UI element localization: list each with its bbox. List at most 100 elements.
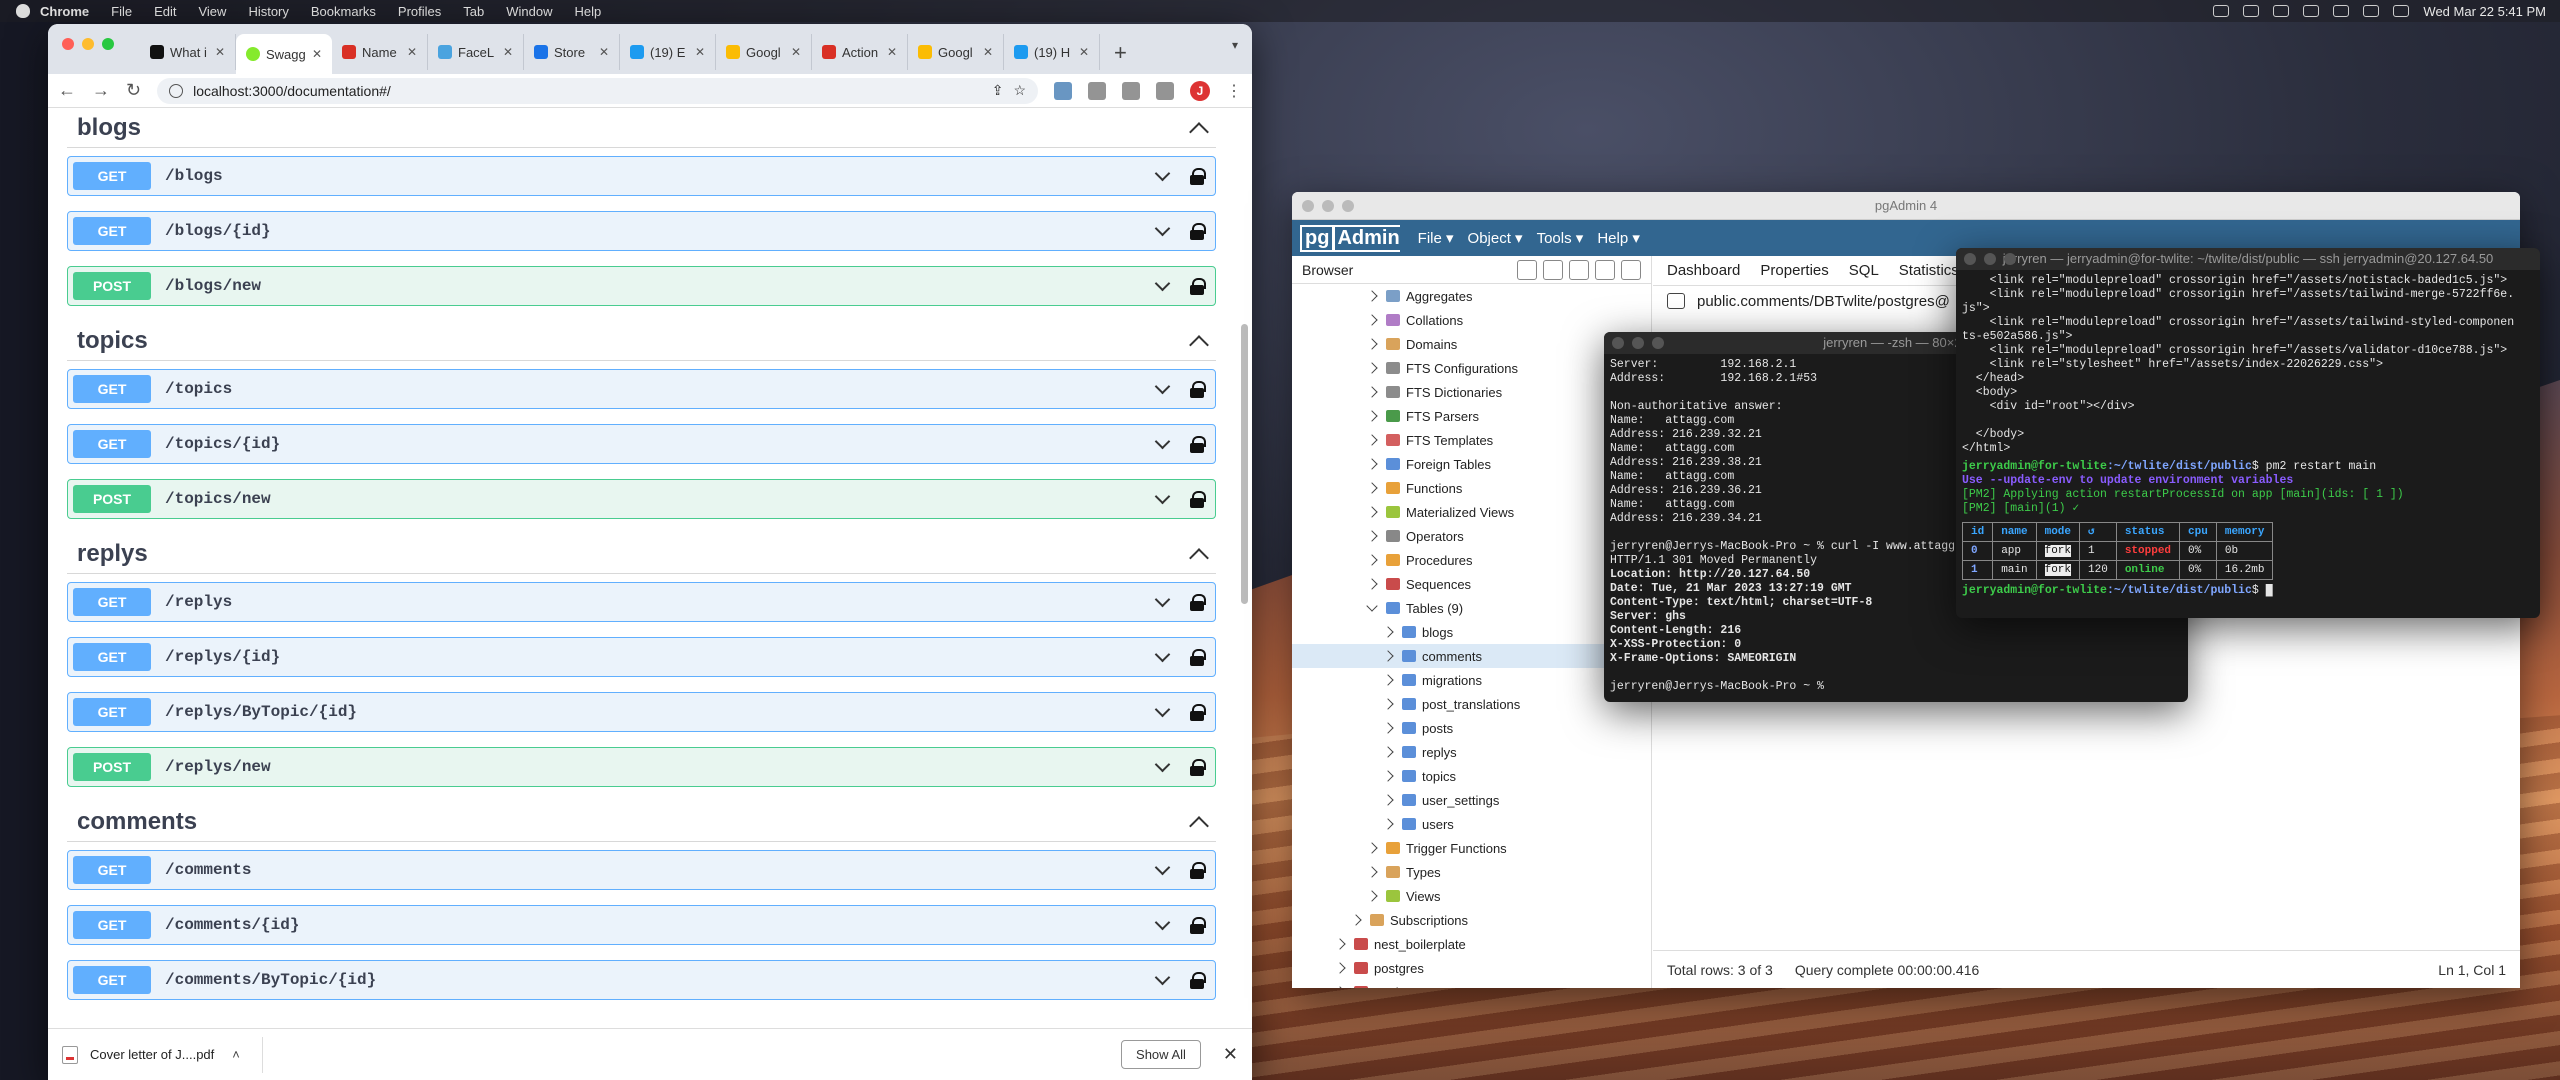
terminal-window-ssh[interactable]: jerryren — jerryadmin@for-twlite: ~/twli…: [1956, 248, 2540, 618]
collapsed-chevron-icon[interactable]: [1382, 818, 1394, 830]
collapsed-chevron-icon[interactable]: [1382, 650, 1394, 662]
psql-terminal-icon[interactable]: [1621, 259, 1641, 280]
operation-row[interactable]: POST/topics/new: [67, 479, 1216, 519]
menu-help[interactable]: Help: [575, 4, 602, 19]
collapse-chevron-icon[interactable]: [1189, 547, 1209, 568]
control-center-icon[interactable]: [2393, 5, 2410, 17]
close-tab-icon[interactable]: ✕: [983, 45, 993, 59]
collapsed-chevron-icon[interactable]: [1382, 722, 1394, 734]
cloud-icon[interactable]: [2213, 5, 2230, 17]
lock-icon[interactable]: [1190, 278, 1206, 295]
section-header[interactable]: replys: [67, 534, 1216, 574]
collapsed-chevron-icon[interactable]: [1366, 866, 1378, 878]
operation-row[interactable]: POST/blogs/new: [67, 266, 1216, 306]
collapsed-chevron-icon[interactable]: [1366, 458, 1378, 470]
browser-tab[interactable]: Store ✕: [524, 34, 620, 70]
operation-row[interactable]: GET/comments/ByTopic/{id}: [67, 960, 1216, 1000]
browser-tab[interactable]: Action ✕: [812, 34, 908, 70]
collapsed-chevron-icon[interactable]: [1366, 578, 1378, 590]
operation-row[interactable]: GET/topics: [67, 369, 1216, 409]
close-tab-icon[interactable]: ✕: [695, 45, 705, 59]
browser-tab[interactable]: (19) E ✕: [620, 34, 716, 70]
tree-node[interactable]: FTS Dictionaries: [1292, 380, 1651, 404]
side-panel-icon[interactable]: [1156, 81, 1174, 100]
browser-tab[interactable]: (19) H ✕: [1004, 34, 1100, 70]
tree-node[interactable]: topics: [1292, 764, 1651, 788]
tab-sql[interactable]: SQL: [1849, 262, 1879, 279]
tree-node[interactable]: postgres: [1292, 956, 1651, 980]
section-header[interactable]: topics: [67, 321, 1216, 361]
extension-json-icon[interactable]: [1088, 81, 1106, 100]
operation-row[interactable]: GET/replys/ByTopic/{id}: [67, 692, 1216, 732]
tree-node[interactable]: Sequences: [1292, 572, 1651, 596]
tree-node[interactable]: Tables (9): [1292, 596, 1651, 620]
collapsed-chevron-icon[interactable]: [1334, 938, 1346, 950]
close-window-button[interactable]: [1302, 200, 1314, 212]
expand-chevron-icon[interactable]: [1154, 433, 1171, 449]
download-filename[interactable]: Cover letter of J....pdf: [90, 1047, 214, 1062]
pg-menu-object[interactable]: Object ▾: [1468, 229, 1523, 247]
expand-chevron-icon[interactable]: [1154, 646, 1171, 662]
tree-node[interactable]: nest_boilerplate: [1292, 932, 1651, 956]
tree-node[interactable]: Views: [1292, 884, 1651, 908]
lock-icon[interactable]: [1190, 972, 1206, 989]
collapse-chevron-icon[interactable]: [1189, 334, 1209, 355]
operation-row[interactable]: GET/comments: [67, 850, 1216, 890]
menu-edit[interactable]: Edit: [154, 4, 176, 19]
collapsed-chevron-icon[interactable]: [1382, 770, 1394, 782]
close-tab-icon[interactable]: ✕: [599, 45, 609, 59]
extension-icon[interactable]: [1054, 81, 1072, 100]
url-text[interactable]: localhost:3000/documentation#/: [193, 83, 982, 99]
collapsed-chevron-icon[interactable]: [1366, 530, 1378, 542]
tree-node[interactable]: user_settings: [1292, 788, 1651, 812]
browser-tab[interactable]: Googl ✕: [716, 34, 812, 70]
tree-node[interactable]: post_translations: [1292, 692, 1651, 716]
lock-icon[interactable]: [1190, 223, 1206, 240]
expand-chevron-icon[interactable]: [1154, 914, 1171, 930]
operation-row[interactable]: POST/replys/new: [67, 747, 1216, 787]
search-icon[interactable]: [1595, 259, 1615, 280]
lock-icon[interactable]: [1190, 759, 1206, 776]
address-bar[interactable]: localhost:3000/documentation#/ ⇪ ☆: [157, 77, 1038, 104]
final-prompt[interactable]: jerryadmin@for-twlite:~/twlite/dist/publ…: [1956, 584, 2540, 598]
minimize-window-button[interactable]: [82, 38, 94, 50]
expand-chevron-icon[interactable]: [1154, 701, 1171, 717]
collapsed-chevron-icon[interactable]: [1366, 434, 1378, 446]
close-download-bar-icon[interactable]: ✕: [1223, 1044, 1238, 1065]
tree-node[interactable]: FTS Templates: [1292, 428, 1651, 452]
reload-icon[interactable]: ↻: [126, 80, 141, 101]
wifi-icon[interactable]: [2333, 5, 2350, 17]
close-window-button[interactable]: [62, 38, 74, 50]
close-tab-icon[interactable]: ✕: [791, 45, 801, 59]
menu-file[interactable]: File: [111, 4, 132, 19]
table-grid-icon[interactable]: [1543, 259, 1563, 280]
menu-app-name[interactable]: Chrome: [40, 4, 89, 19]
collapsed-chevron-icon[interactable]: [1382, 746, 1394, 758]
pm2-command-lines[interactable]: jerryadmin@for-twlite:~/twlite/dist/publ…: [1956, 460, 2540, 516]
tab-dashboard[interactable]: Dashboard: [1667, 262, 1740, 279]
section-header[interactable]: comments: [67, 802, 1216, 842]
tree-node[interactable]: migrations: [1292, 668, 1651, 692]
collapsed-chevron-icon[interactable]: [1366, 506, 1378, 518]
menu-view[interactable]: View: [198, 4, 226, 19]
expand-chevron-icon[interactable]: [1154, 756, 1171, 772]
tree-node[interactable]: comments: [1292, 644, 1651, 668]
lock-icon[interactable]: [1190, 704, 1206, 721]
menu-window[interactable]: Window: [506, 4, 552, 19]
tree-node[interactable]: Functions: [1292, 476, 1651, 500]
menu-profiles[interactable]: Profiles: [398, 4, 441, 19]
search-icon[interactable]: [2363, 5, 2380, 17]
section-header[interactable]: blogs: [67, 108, 1216, 148]
tab-properties[interactable]: Properties: [1760, 262, 1828, 279]
tree-node[interactable]: Domains: [1292, 332, 1651, 356]
lock-icon[interactable]: [1190, 436, 1206, 453]
tree-node[interactable]: replys: [1292, 740, 1651, 764]
zoom-window-button[interactable]: [102, 38, 114, 50]
page-scrollbar[interactable]: [1241, 324, 1248, 604]
menu-bookmarks[interactable]: Bookmarks: [311, 4, 376, 19]
connection-icon[interactable]: [1667, 293, 1685, 309]
collapsed-chevron-icon[interactable]: [1366, 842, 1378, 854]
close-window-button[interactable]: [1964, 253, 1976, 265]
operation-row[interactable]: GET/blogs: [67, 156, 1216, 196]
collapsed-chevron-icon[interactable]: [1350, 914, 1362, 926]
